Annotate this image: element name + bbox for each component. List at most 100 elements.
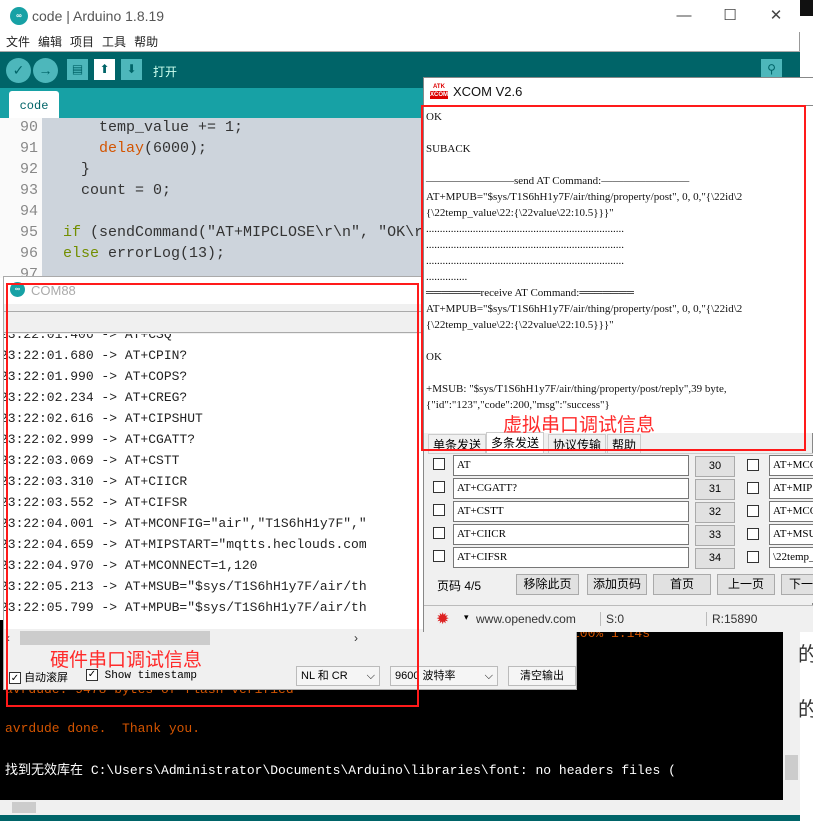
line-number: 92 [19, 161, 38, 178]
tab-single-send[interactable]: 单条发送 [428, 434, 487, 454]
row-checkbox[interactable] [433, 458, 445, 470]
menu-tools[interactable]: 工具 [102, 35, 126, 49]
background-window [800, 0, 813, 16]
send-text-input[interactable]: AT+CSTT [453, 501, 689, 522]
line-ending-select[interactable]: NL 和 CR ⌵ [296, 666, 380, 686]
xcom-logo-icon: ATK XCOM [430, 84, 448, 99]
serial-line: 23:22:03.069 -> AT+CSTT [4, 453, 180, 468]
website-link[interactable]: www.openedv.com [476, 612, 576, 626]
row-checkbox[interactable] [747, 459, 759, 471]
window-title: code | Arduino 1.8.19 [32, 8, 165, 24]
row-checkbox[interactable] [747, 505, 759, 517]
code-line: delay(6000); [99, 140, 208, 157]
gear-icon[interactable]: ✹ [436, 609, 449, 629]
send-text-input[interactable]: AT+MCON [769, 501, 813, 522]
maximize-button[interactable]: ☐ [708, 4, 752, 28]
xcom-window: ATK XCOM XCOM V2.6 OK SUBACK ————————send A… [423, 77, 813, 632]
receive-line: ........................................… [426, 239, 624, 251]
receive-line: +MSUB: "$sys/T1S6hH1y7F/air/thing/proper… [426, 383, 727, 395]
receive-line: SUBACK [426, 143, 471, 155]
line-number: 91 [19, 140, 38, 157]
background-text: 的 [798, 699, 813, 721]
row-checkbox[interactable] [433, 481, 445, 493]
annotation-label: 硬件串口调试信息 [50, 650, 203, 671]
arduino-logo-icon: ∞ [10, 282, 25, 297]
serial-line: 23:22:01.680 -> AT+CPIN? [4, 348, 188, 363]
receive-line: ═══════receive AT Command:═══════ [426, 287, 634, 299]
send-row-button[interactable]: 30 [695, 456, 735, 477]
xcom-receive-area[interactable]: OK SUBACK ————————send AT Command:————————… [424, 105, 813, 433]
serial-line: 23:22:01.990 -> AT+COPS? [4, 369, 188, 384]
receive-line: AT+MPUB="$sys/T1S6hH1y7F/air/thing/prope… [426, 303, 743, 315]
baud-rate-select[interactable]: 9600 波特率 ⌵ [390, 666, 498, 686]
serial-line: 23:22:02.616 -> AT+CIPSHUT [4, 411, 203, 426]
next-page-button[interactable]: 下一 [781, 574, 813, 595]
receive-line: ............... [426, 271, 468, 283]
sent-count: S:0 [600, 612, 624, 626]
send-text-input[interactable]: AT+MIPS [769, 478, 813, 499]
send-text-input[interactable]: AT+CGATT? [453, 478, 689, 499]
tab-protocol[interactable]: 协议传输 [548, 434, 607, 454]
send-text-input[interactable]: AT+MSUB [769, 524, 813, 545]
row-checkbox[interactable] [747, 482, 759, 494]
receive-line: ————————send AT Command:———————— [426, 175, 690, 187]
menu-help[interactable]: 帮助 [134, 35, 158, 49]
serial-line: 23:22:04.659 -> AT+MIPSTART="mqtts.heclo… [4, 537, 367, 552]
console-line: avrdude done. Thank you. [5, 721, 201, 736]
xcom-titlebar: ATK XCOM XCOM V2.6 [424, 78, 813, 105]
receive-line: {\22temp_value\22:{\22value\22:10.5}}}" [426, 319, 614, 331]
send-text-input[interactable]: AT+CIFSR [453, 547, 689, 568]
remove-page-button[interactable]: 移除此页 [516, 574, 579, 595]
send-row-button[interactable]: 32 [695, 502, 735, 523]
clear-output-button[interactable]: 清空输出 [508, 666, 576, 686]
send-text-input[interactable]: \22temp_ [769, 547, 813, 568]
menu-file[interactable]: 文件 [6, 35, 30, 49]
minimize-button[interactable]: — [662, 4, 706, 28]
code-line: } [63, 161, 91, 178]
save-button[interactable]: ⬇ [121, 59, 142, 80]
line-number: 94 [19, 203, 38, 220]
prev-page-button[interactable]: 上一页 [717, 574, 775, 595]
code-line: temp_value += 1; [63, 119, 244, 136]
row-checkbox[interactable] [433, 527, 445, 539]
annotation-label: 虚拟串口调试信息 [503, 415, 656, 436]
row-checkbox[interactable] [747, 528, 759, 540]
send-text-input[interactable]: AT+CIICR [453, 524, 689, 545]
console-horizontal-scrollbar[interactable] [0, 800, 800, 815]
code-line: else errorLog(13); [63, 245, 226, 262]
code-line: count = 0; [63, 182, 172, 199]
serial-line: 23:22:04.001 -> AT+MCONFIG="air","T1S6hH… [4, 516, 367, 531]
send-row-button[interactable]: 34 [695, 548, 735, 569]
open-button[interactable]: ⬆ [94, 59, 115, 80]
tab-code[interactable]: code [9, 91, 59, 118]
xcom-title: XCOM V2.6 [453, 84, 523, 99]
serial-line: 23:22:04.970 -> AT+MCONNECT=1,120 [4, 558, 258, 573]
send-row-button[interactable]: 33 [695, 525, 735, 546]
serial-line: 23:22:01.406 -> AT+CSQ [4, 334, 172, 342]
row-checkbox[interactable] [433, 550, 445, 562]
row-checkbox[interactable] [433, 504, 445, 516]
close-button[interactable]: ✕ [754, 4, 798, 28]
menu-edit[interactable]: 编辑 [38, 35, 62, 49]
serial-line: 23:22:02.999 -> AT+CGATT? [4, 432, 196, 447]
code-line: if (sendCommand("AT+MIPCLOSE\r\n", "OK\r [63, 224, 424, 241]
upload-button[interactable]: → [33, 58, 58, 83]
verify-button[interactable]: ✓ [6, 58, 31, 83]
serial-monitor-title: COM88 [31, 283, 76, 298]
serial-line: 23:22:05.213 -> AT+MSUB="$sys/T1S6hH1y7F… [4, 579, 367, 594]
line-number: 96 [19, 245, 38, 262]
received-count: R:15890 [706, 612, 757, 626]
dropdown-arrow-icon[interactable]: ▾ [464, 612, 469, 623]
send-row-button[interactable]: 31 [695, 479, 735, 500]
line-number: 93 [19, 182, 38, 199]
send-text-input[interactable]: AT [453, 455, 689, 476]
tab-help[interactable]: 帮助 [607, 434, 642, 454]
row-checkbox[interactable] [747, 551, 759, 563]
first-page-button[interactable]: 首页 [653, 574, 711, 595]
xcom-status-bar: ✹ ▾ www.openedv.com S:0 R:15890 [424, 605, 813, 632]
send-text-input[interactable]: AT+MCON [769, 455, 813, 476]
menu-sketch[interactable]: 项目 [70, 35, 94, 49]
serial-line: 23:22:02.234 -> AT+CREG? [4, 390, 188, 405]
new-button[interactable]: ▤ [67, 59, 88, 80]
add-page-button[interactable]: 添加页码 [587, 574, 647, 595]
